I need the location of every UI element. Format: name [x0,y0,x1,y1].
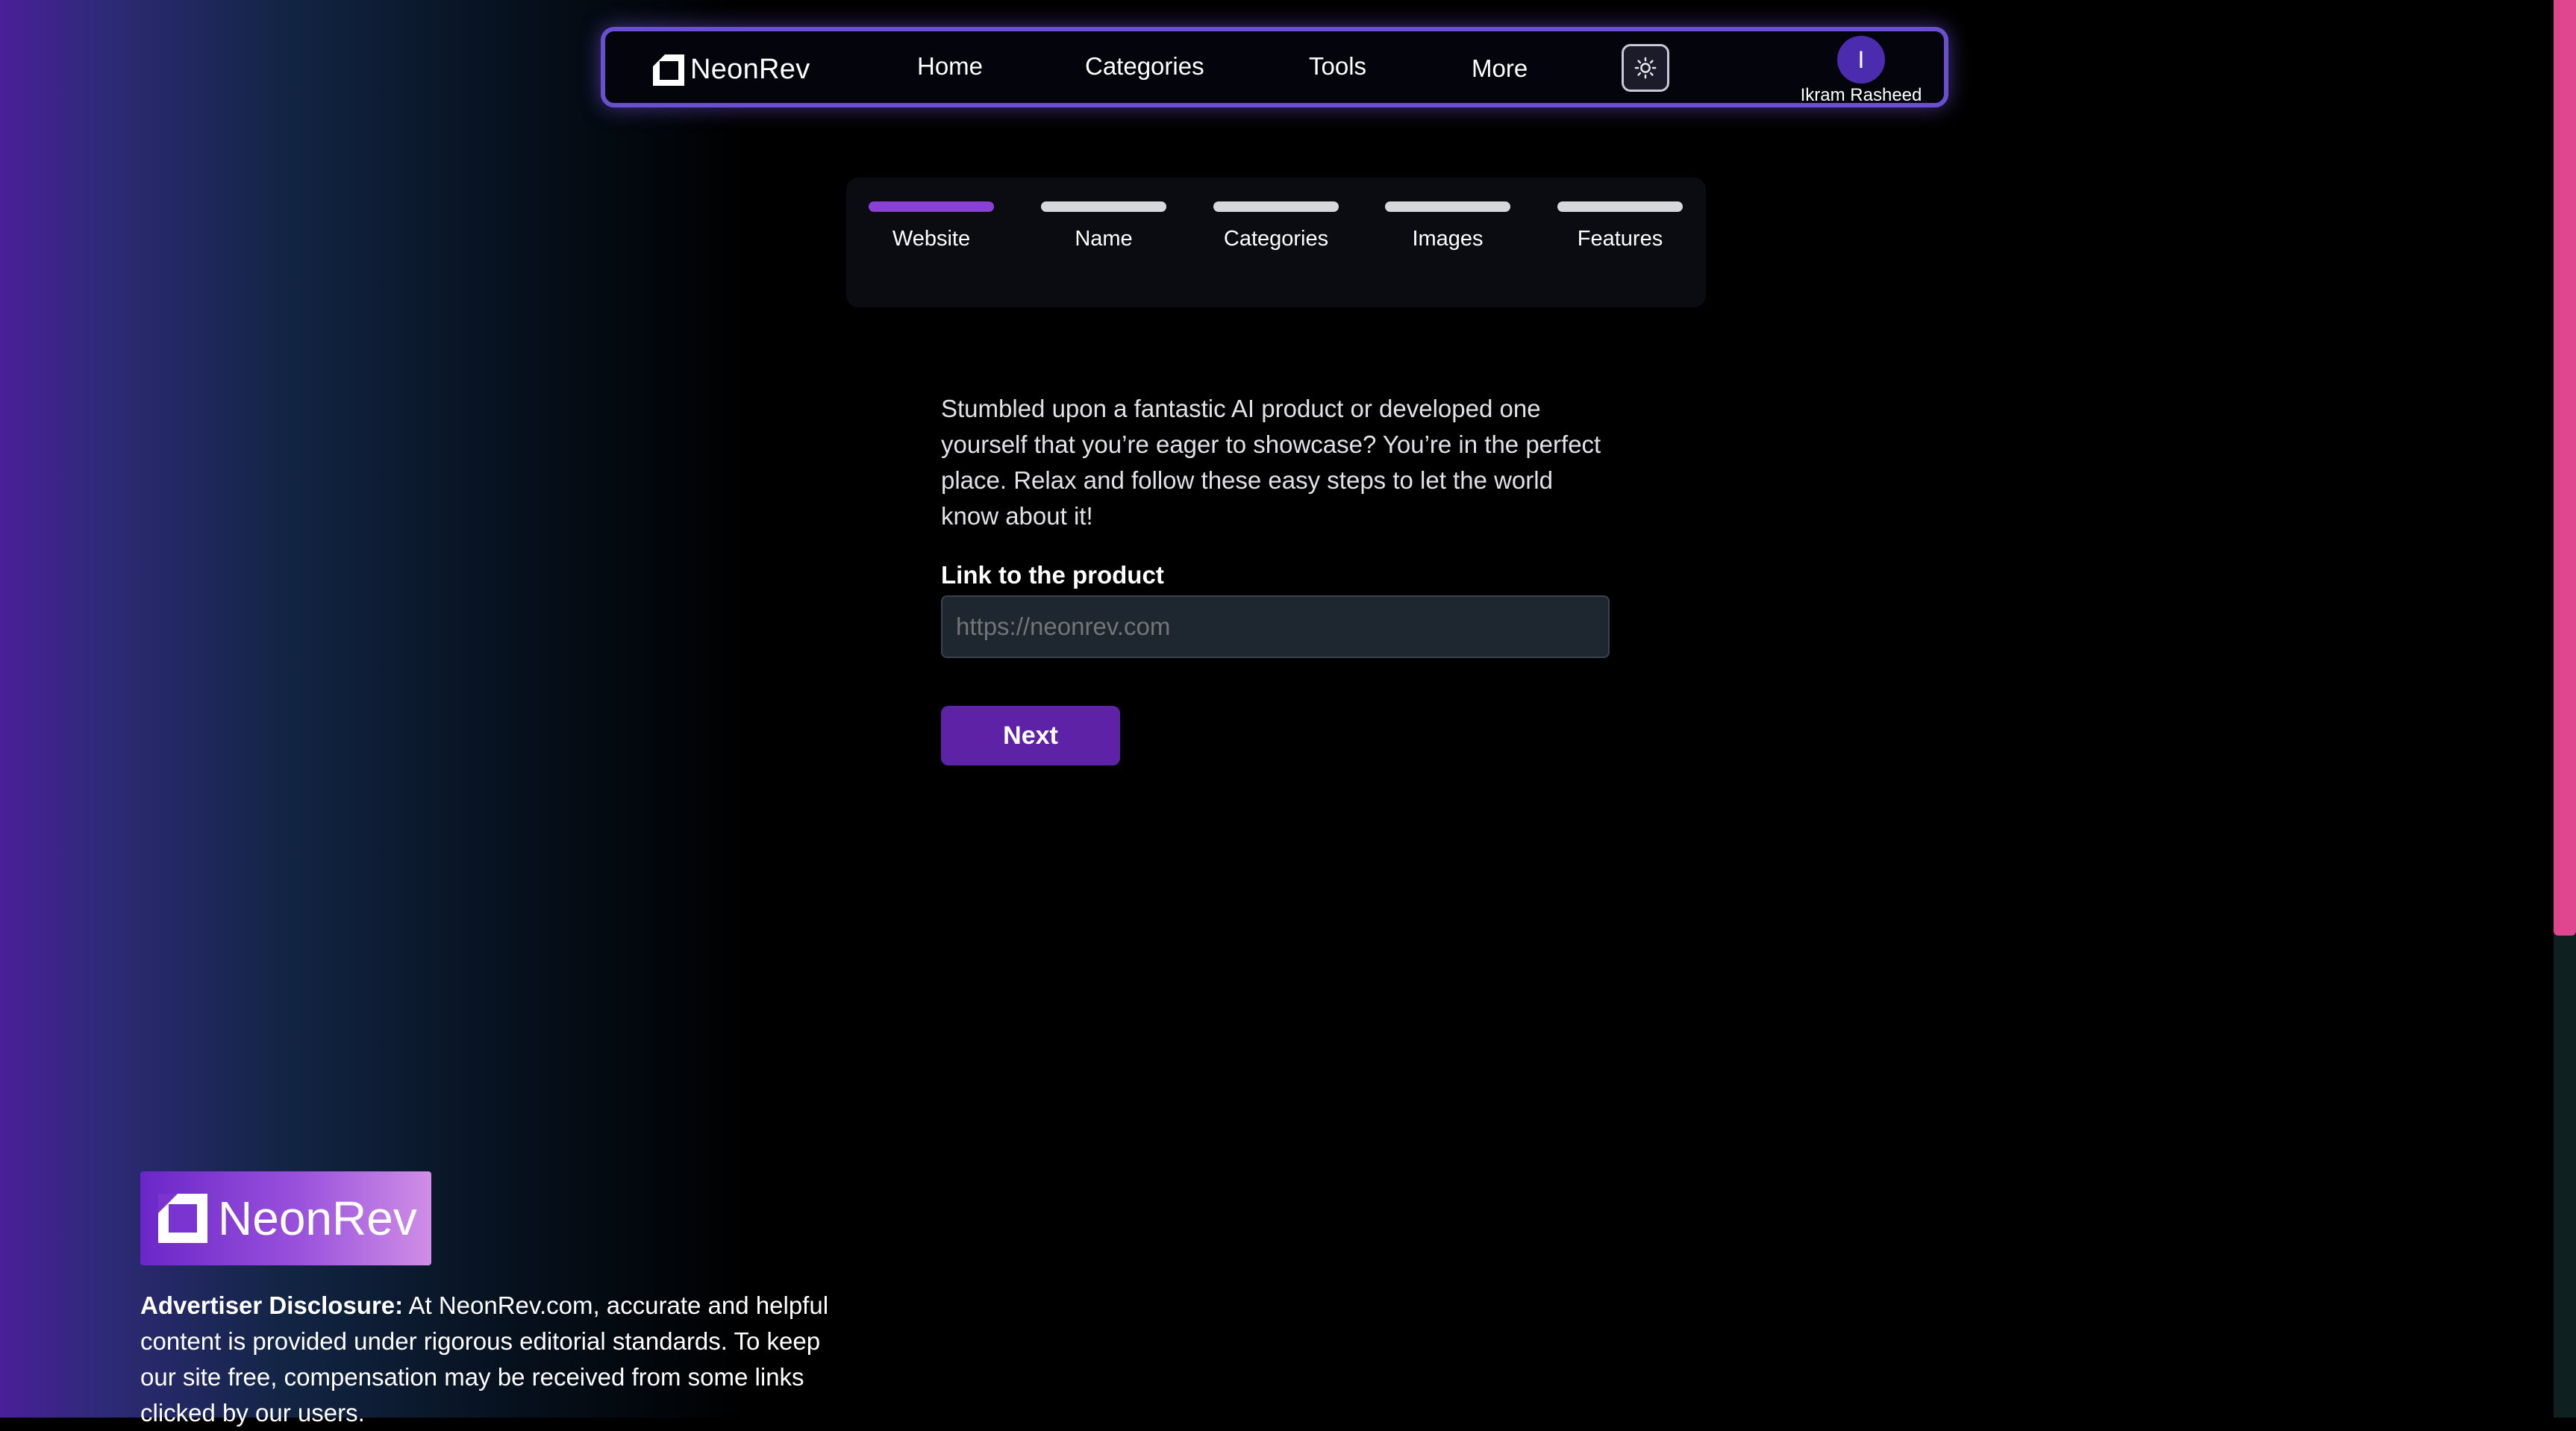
theme-toggle-button[interactable] [1622,44,1669,92]
sun-icon [1634,57,1657,79]
step-bar [1213,201,1339,212]
step-features: Features [1557,201,1683,251]
step-bar [1557,201,1683,212]
step-images: Images [1385,201,1510,251]
advertiser-disclosure: Advertiser Disclosure: At NeonRev.com, a… [140,1288,857,1431]
step-label: Website [892,227,971,251]
step-bar [1041,201,1166,212]
step-label: Categories [1223,227,1329,251]
product-link-label: Link to the product [941,561,1164,589]
nav-link-categories[interactable]: Categories [1085,52,1204,81]
disclosure-title: Advertiser Disclosure: [140,1291,404,1319]
step-categories: Categories [1213,201,1339,251]
step-website: Website [869,201,994,251]
avatar[interactable]: I [1837,36,1885,84]
nav-link-more[interactable]: More [1472,54,1528,83]
footer-logo-text: NeonRev [218,1192,417,1245]
scrollbar-thumb[interactable] [2554,0,2576,936]
intro-text: Stumbled upon a fantastic AI product or … [941,395,1601,530]
logo-icon [158,1194,207,1243]
step-progress: Website Name Categories Images Features [846,178,1706,307]
brand-logo-link[interactable]: NeonRev [653,54,810,86]
logo-icon [653,54,684,86]
step-label: Name [1075,227,1133,251]
step-label: Features [1577,227,1663,251]
nav-link-home[interactable]: Home [917,52,983,81]
footer-logo[interactable]: NeonRev [140,1171,431,1265]
user-name: Ikram Rasheed [1800,85,1922,105]
user-menu[interactable]: I Ikram Rasheed [1790,36,1932,106]
brand-name: NeonRev [690,54,810,85]
step-bar [869,201,994,212]
step-label: Images [1412,227,1484,251]
product-link-input[interactable] [941,595,1610,658]
top-navbar: NeonRev Home Categories Tools More I Ikr… [601,27,1948,107]
step-name: Name [1041,201,1166,251]
next-button[interactable]: Next [941,706,1120,765]
step-bar [1385,201,1510,212]
nav-link-tools[interactable]: Tools [1309,52,1366,81]
